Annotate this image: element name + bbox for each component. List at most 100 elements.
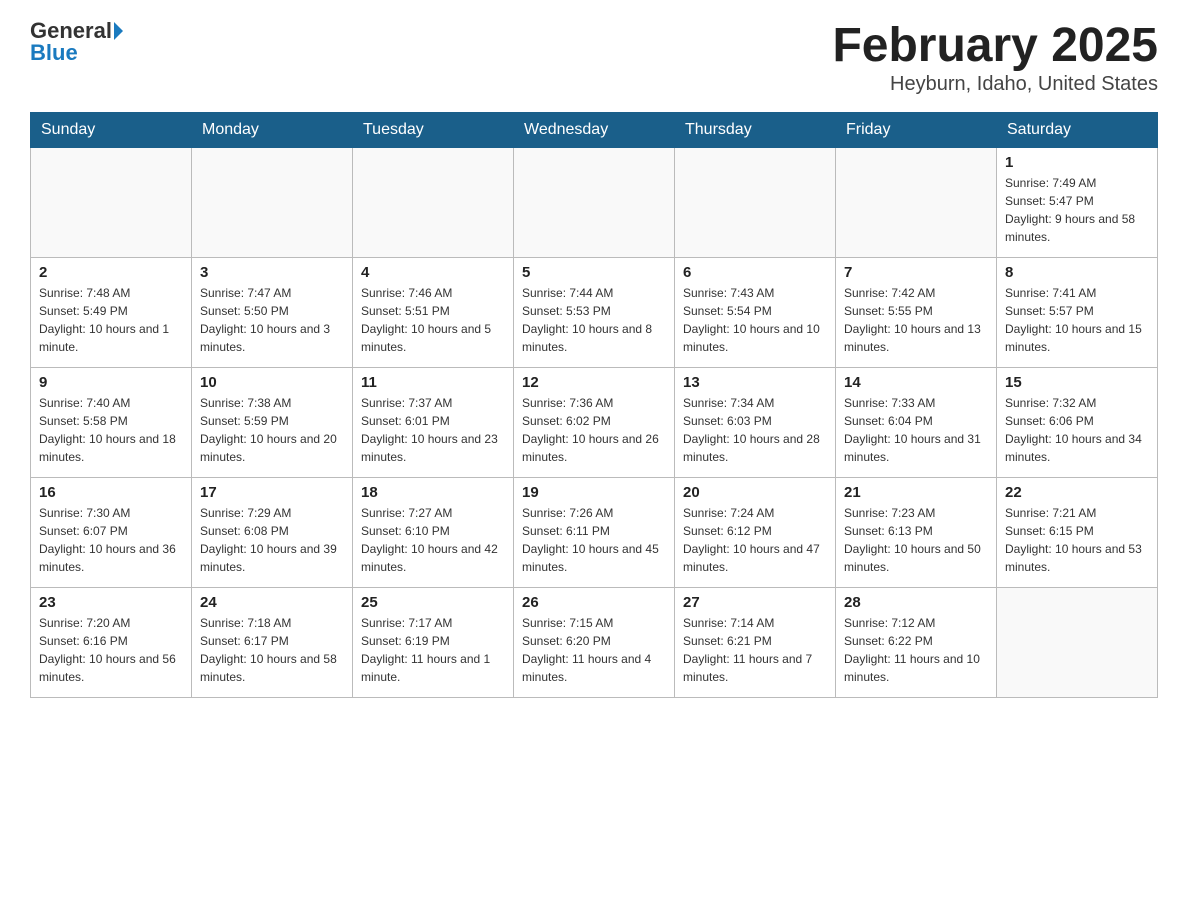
table-row: 13 Sunrise: 7:34 AMSunset: 6:03 PMDayligh…: [675, 367, 836, 477]
table-row: [31, 147, 192, 257]
day-info: Sunrise: 7:41 AMSunset: 5:57 PMDaylight:…: [1005, 284, 1149, 356]
day-number: 6: [683, 264, 827, 281]
day-info: Sunrise: 7:42 AMSunset: 5:55 PMDaylight:…: [844, 284, 988, 356]
day-info: Sunrise: 7:29 AMSunset: 6:08 PMDaylight:…: [200, 504, 344, 576]
day-number: 24: [200, 594, 344, 611]
table-row: 21 Sunrise: 7:23 AMSunset: 6:13 PMDayligh…: [836, 477, 997, 587]
calendar-week-row: 23 Sunrise: 7:20 AMSunset: 6:16 PMDayligh…: [31, 587, 1158, 697]
table-row: 22 Sunrise: 7:21 AMSunset: 6:15 PMDayligh…: [997, 477, 1158, 587]
day-info: Sunrise: 7:27 AMSunset: 6:10 PMDaylight:…: [361, 504, 505, 576]
table-row: [836, 147, 997, 257]
day-info: Sunrise: 7:44 AMSunset: 5:53 PMDaylight:…: [522, 284, 666, 356]
col-sunday: Sunday: [31, 112, 192, 147]
calendar-subtitle: Heyburn, Idaho, United States: [832, 73, 1158, 96]
day-number: 22: [1005, 484, 1149, 501]
day-number: 13: [683, 374, 827, 391]
logo-arrow-icon: [114, 22, 123, 40]
day-info: Sunrise: 7:37 AMSunset: 6:01 PMDaylight:…: [361, 394, 505, 466]
logo-blue-text: Blue: [30, 42, 78, 64]
table-row: [514, 147, 675, 257]
title-block: February 2025 Heyburn, Idaho, United Sta…: [832, 20, 1158, 96]
day-number: 18: [361, 484, 505, 501]
day-number: 21: [844, 484, 988, 501]
table-row: 24 Sunrise: 7:18 AMSunset: 6:17 PMDayligh…: [192, 587, 353, 697]
table-row: 28 Sunrise: 7:12 AMSunset: 6:22 PMDayligh…: [836, 587, 997, 697]
col-wednesday: Wednesday: [514, 112, 675, 147]
day-number: 5: [522, 264, 666, 281]
table-row: 7 Sunrise: 7:42 AMSunset: 5:55 PMDaylight…: [836, 257, 997, 367]
day-number: 9: [39, 374, 183, 391]
day-number: 1: [1005, 154, 1149, 171]
day-number: 10: [200, 374, 344, 391]
day-info: Sunrise: 7:32 AMSunset: 6:06 PMDaylight:…: [1005, 394, 1149, 466]
day-number: 20: [683, 484, 827, 501]
table-row: [353, 147, 514, 257]
table-row: 9Sunrise: 7:40 AMSunset: 5:58 PMDaylight…: [31, 367, 192, 477]
col-friday: Friday: [836, 112, 997, 147]
table-row: 27 Sunrise: 7:14 AMSunset: 6:21 PMDayligh…: [675, 587, 836, 697]
day-info: Sunrise: 7:46 AMSunset: 5:51 PMDaylight:…: [361, 284, 505, 356]
table-row: 25 Sunrise: 7:17 AMSunset: 6:19 PMDayligh…: [353, 587, 514, 697]
day-info: Sunrise: 7:20 AMSunset: 6:16 PMDaylight:…: [39, 614, 183, 686]
calendar-title: February 2025: [832, 20, 1158, 73]
table-row: [192, 147, 353, 257]
day-info: Sunrise: 7:26 AMSunset: 6:11 PMDaylight:…: [522, 504, 666, 576]
table-row: 8 Sunrise: 7:41 AMSunset: 5:57 PMDaylight…: [997, 257, 1158, 367]
logo: General Blue: [30, 20, 123, 64]
table-row: 14 Sunrise: 7:33 AMSunset: 6:04 PMDayligh…: [836, 367, 997, 477]
day-info: Sunrise: 7:17 AMSunset: 6:19 PMDaylight:…: [361, 614, 505, 686]
table-row: 18 Sunrise: 7:27 AMSunset: 6:10 PMDayligh…: [353, 477, 514, 587]
day-info: Sunrise: 7:33 AMSunset: 6:04 PMDaylight:…: [844, 394, 988, 466]
day-number: 19: [522, 484, 666, 501]
day-number: 26: [522, 594, 666, 611]
day-info: Sunrise: 7:14 AMSunset: 6:21 PMDaylight:…: [683, 614, 827, 686]
day-number: 17: [200, 484, 344, 501]
table-row: 10 Sunrise: 7:38 AMSunset: 5:59 PMDayligh…: [192, 367, 353, 477]
table-row: [675, 147, 836, 257]
day-info: Sunrise: 7:49 AMSunset: 5:47 PMDaylight:…: [1005, 174, 1149, 246]
table-row: 20 Sunrise: 7:24 AMSunset: 6:12 PMDayligh…: [675, 477, 836, 587]
day-number: 16: [39, 484, 183, 501]
table-row: 23 Sunrise: 7:20 AMSunset: 6:16 PMDayligh…: [31, 587, 192, 697]
day-number: 15: [1005, 374, 1149, 391]
table-row: 16Sunrise: 7:30 AMSunset: 6:07 PMDayligh…: [31, 477, 192, 587]
day-info: Sunrise: 7:23 AMSunset: 6:13 PMDaylight:…: [844, 504, 988, 576]
day-number: 23: [39, 594, 183, 611]
table-row: 11 Sunrise: 7:37 AMSunset: 6:01 PMDayligh…: [353, 367, 514, 477]
day-info: Sunrise: 7:47 AMSunset: 5:50 PMDaylight:…: [200, 284, 344, 356]
page-header: General Blue February 2025 Heyburn, Idah…: [30, 20, 1158, 96]
calendar-week-row: 1 Sunrise: 7:49 AMSunset: 5:47 PMDaylight…: [31, 147, 1158, 257]
day-number: 3: [200, 264, 344, 281]
table-row: 2Sunrise: 7:48 AMSunset: 5:49 PMDaylight…: [31, 257, 192, 367]
col-thursday: Thursday: [675, 112, 836, 147]
calendar-week-row: 2Sunrise: 7:48 AMSunset: 5:49 PMDaylight…: [31, 257, 1158, 367]
day-number: 4: [361, 264, 505, 281]
day-info: Sunrise: 7:18 AMSunset: 6:17 PMDaylight:…: [200, 614, 344, 686]
calendar-week-row: 9Sunrise: 7:40 AMSunset: 5:58 PMDaylight…: [31, 367, 1158, 477]
table-row: 6 Sunrise: 7:43 AMSunset: 5:54 PMDaylight…: [675, 257, 836, 367]
day-number: 27: [683, 594, 827, 611]
day-number: 11: [361, 374, 505, 391]
day-number: 14: [844, 374, 988, 391]
day-number: 7: [844, 264, 988, 281]
logo-general-text: General: [30, 20, 112, 42]
calendar-table: Sunday Monday Tuesday Wednesday Thursday…: [30, 112, 1158, 698]
day-number: 28: [844, 594, 988, 611]
day-info: Sunrise: 7:24 AMSunset: 6:12 PMDaylight:…: [683, 504, 827, 576]
day-number: 25: [361, 594, 505, 611]
day-number: 8: [1005, 264, 1149, 281]
day-info: Sunrise: 7:38 AMSunset: 5:59 PMDaylight:…: [200, 394, 344, 466]
day-info: Sunrise: 7:21 AMSunset: 6:15 PMDaylight:…: [1005, 504, 1149, 576]
table-row: 17 Sunrise: 7:29 AMSunset: 6:08 PMDayligh…: [192, 477, 353, 587]
table-row: 5 Sunrise: 7:44 AMSunset: 5:53 PMDaylight…: [514, 257, 675, 367]
day-info: Sunrise: 7:43 AMSunset: 5:54 PMDaylight:…: [683, 284, 827, 356]
table-row: [997, 587, 1158, 697]
col-saturday: Saturday: [997, 112, 1158, 147]
table-row: 12Sunrise: 7:36 AMSunset: 6:02 PMDayligh…: [514, 367, 675, 477]
day-info: Sunrise: 7:15 AMSunset: 6:20 PMDaylight:…: [522, 614, 666, 686]
col-monday: Monday: [192, 112, 353, 147]
calendar-week-row: 16Sunrise: 7:30 AMSunset: 6:07 PMDayligh…: [31, 477, 1158, 587]
day-info: Sunrise: 7:12 AMSunset: 6:22 PMDaylight:…: [844, 614, 988, 686]
day-info: Sunrise: 7:34 AMSunset: 6:03 PMDaylight:…: [683, 394, 827, 466]
table-row: 26 Sunrise: 7:15 AMSunset: 6:20 PMDayligh…: [514, 587, 675, 697]
